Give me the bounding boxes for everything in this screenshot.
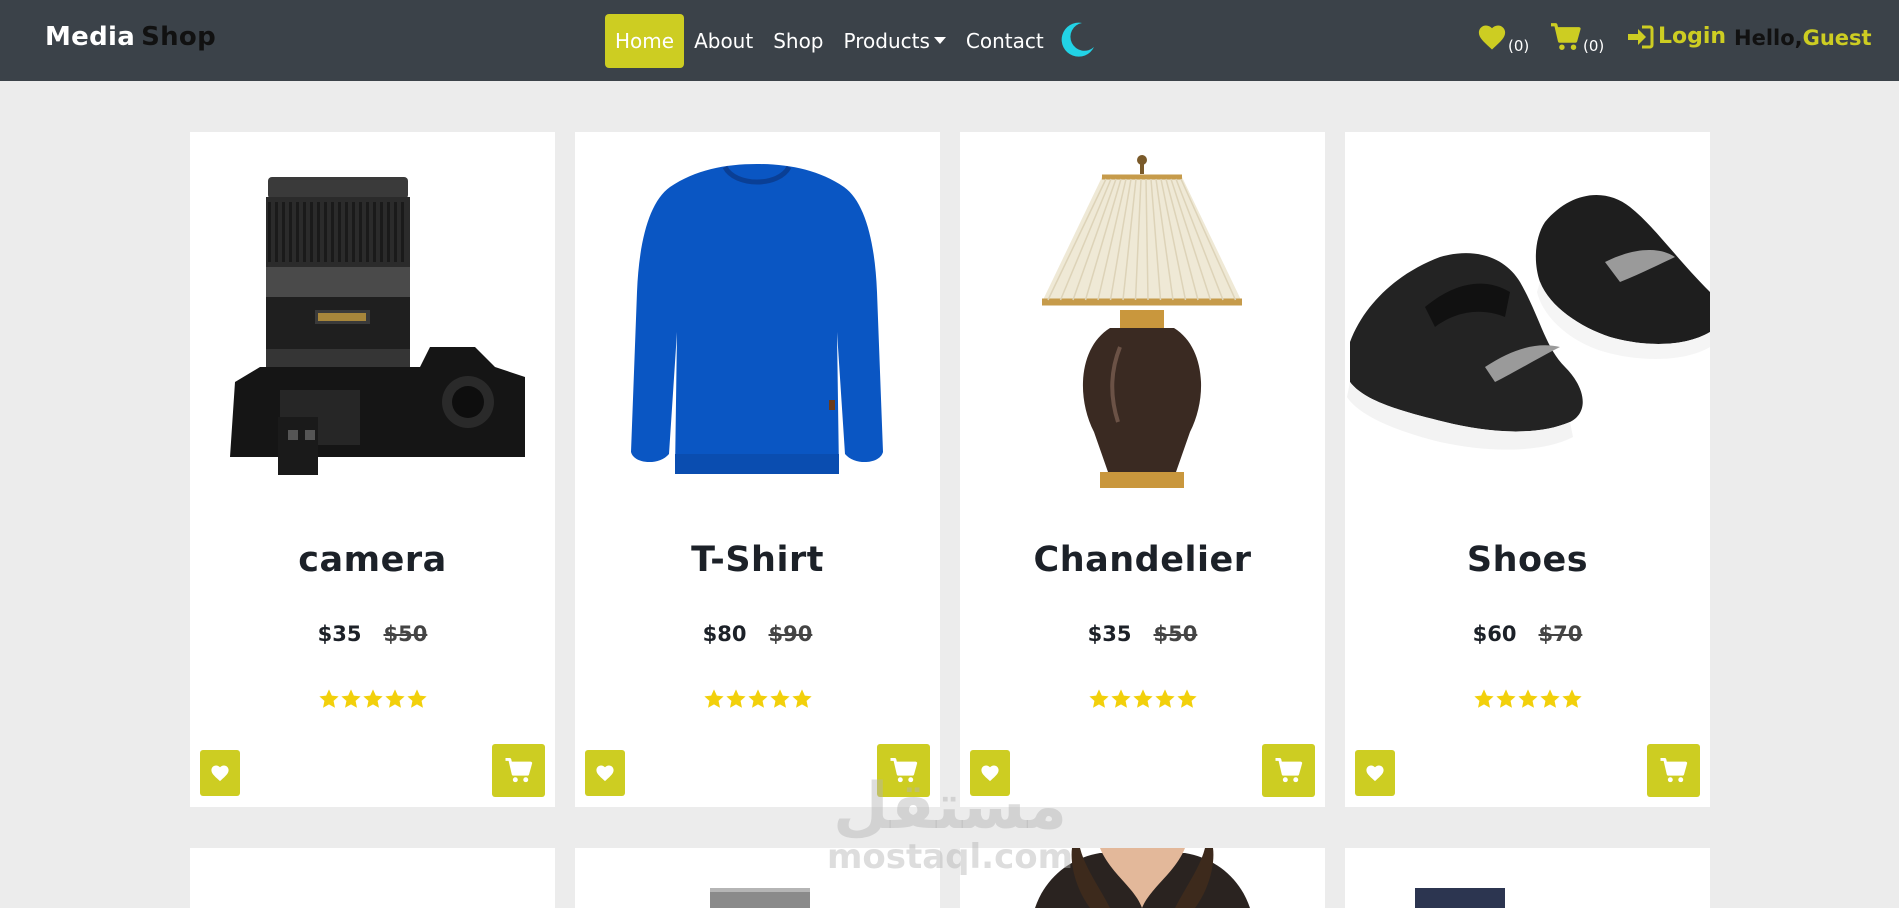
moon-icon[interactable] [1058, 19, 1098, 59]
wishlist-link[interactable]: (0) [1477, 20, 1537, 60]
camera-image [230, 177, 525, 475]
star-icon [791, 689, 812, 708]
nav-about[interactable]: About [684, 14, 763, 68]
heart-icon [596, 765, 614, 782]
star-icon [362, 689, 383, 708]
star-icon [384, 689, 405, 708]
sign-in-icon [1628, 25, 1654, 48]
greeting-prefix: Hello, [1734, 26, 1803, 50]
top-navbar: Media Shop Home About Shop Products Conta… [0, 0, 1899, 81]
caret-down-icon [933, 37, 946, 44]
heart-icon [1478, 25, 1506, 50]
product-old-price: $50 [383, 622, 428, 646]
star-icon [318, 689, 339, 708]
greeting-name: Guest [1802, 26, 1872, 50]
product-price: $60 [1472, 622, 1517, 646]
login-link[interactable]: Login [1626, 24, 1726, 49]
product-rating [190, 688, 555, 714]
add-to-wishlist-button[interactable] [1355, 750, 1395, 796]
star-icon [1495, 689, 1516, 708]
star-icon [747, 689, 768, 708]
cart-icon [505, 757, 532, 783]
user-greeting: Hello,Guest [1734, 26, 1872, 50]
nav-contact[interactable]: Contact [956, 14, 1054, 68]
star-icon [1088, 689, 1109, 708]
watermark-arabic: مستقل [832, 770, 1068, 844]
heart-icon [211, 765, 229, 782]
star-icon [406, 689, 427, 708]
product-prices: $35 $50 [190, 622, 555, 646]
product-price: $35 [1087, 622, 1132, 646]
product-old-price: $70 [1538, 622, 1583, 646]
star-icon [1110, 689, 1131, 708]
product-old-price: $90 [768, 622, 813, 646]
product-image[interactable] [960, 132, 1325, 496]
star-icon [340, 689, 361, 708]
star-icon [1154, 689, 1175, 708]
brand-part-media: Media [45, 22, 136, 52]
product-image[interactable] [190, 132, 555, 496]
watermark-latin: mostaql.com [826, 837, 1074, 877]
star-icon [1176, 689, 1197, 708]
star-icon [769, 689, 790, 708]
cart-icon [1275, 757, 1302, 783]
heart-icon [1366, 765, 1384, 782]
product-prices: $35 $50 [960, 622, 1325, 646]
product-card[interactable]: T-Shirt $80 $90 [575, 132, 940, 807]
add-to-wishlist-button[interactable] [585, 750, 625, 796]
product-name[interactable]: Chandelier [960, 540, 1325, 580]
cart-count: (0) [1583, 37, 1605, 55]
nav-products-label: Products [843, 29, 930, 53]
add-to-cart-button[interactable] [1262, 744, 1315, 797]
watermark: مستقل mostaql.com [825, 775, 1075, 875]
product-card-partial[interactable] [1345, 848, 1710, 908]
wishlist-count: (0) [1508, 37, 1530, 55]
star-icon [703, 689, 724, 708]
add-to-cart-button[interactable] [492, 744, 545, 797]
star-icon [1517, 689, 1538, 708]
nav-shop[interactable]: Shop [763, 14, 833, 68]
brand-logo[interactable]: Media Shop [45, 22, 216, 52]
product-card[interactable]: camera $35 $50 [190, 132, 555, 807]
star-icon [1473, 689, 1494, 708]
add-to-cart-button[interactable] [1647, 744, 1700, 797]
product-image-partial [1415, 888, 1505, 908]
product-prices: $60 $70 [1345, 622, 1710, 646]
nav-products-dropdown[interactable]: Products [834, 14, 956, 68]
product-rating [575, 688, 940, 714]
product-image[interactable] [575, 132, 940, 496]
cart-icon [1660, 757, 1687, 783]
main-nav: Home About Shop Products Contact [605, 14, 1054, 68]
star-icon [1132, 689, 1153, 708]
product-prices: $80 $90 [575, 622, 940, 646]
product-name[interactable]: camera [190, 540, 555, 580]
product-old-price: $50 [1153, 622, 1198, 646]
add-to-wishlist-button[interactable] [200, 750, 240, 796]
product-price: $35 [317, 622, 362, 646]
star-icon [1561, 689, 1582, 708]
login-label: Login [1658, 24, 1727, 49]
product-card-partial[interactable] [190, 848, 555, 908]
product-name[interactable]: Shoes [1345, 540, 1710, 580]
star-icon [1539, 689, 1560, 708]
brand-part-shop: Shop [141, 22, 216, 52]
star-icon [725, 689, 746, 708]
sweater-image [631, 164, 883, 474]
cart-link[interactable]: (0) [1549, 20, 1609, 60]
product-rating [1345, 688, 1710, 714]
product-name[interactable]: T-Shirt [575, 540, 940, 580]
shoes-image [1347, 195, 1710, 450]
product-rating [960, 688, 1325, 714]
product-card[interactable]: Chandelier $35 $50 [960, 132, 1325, 807]
nav-home[interactable]: Home [605, 14, 685, 68]
lamp-image [1042, 155, 1242, 488]
cart-icon [1551, 23, 1581, 50]
product-card[interactable]: Shoes $60 $70 [1345, 132, 1710, 807]
product-image[interactable] [1345, 132, 1710, 496]
product-price: $80 [702, 622, 747, 646]
